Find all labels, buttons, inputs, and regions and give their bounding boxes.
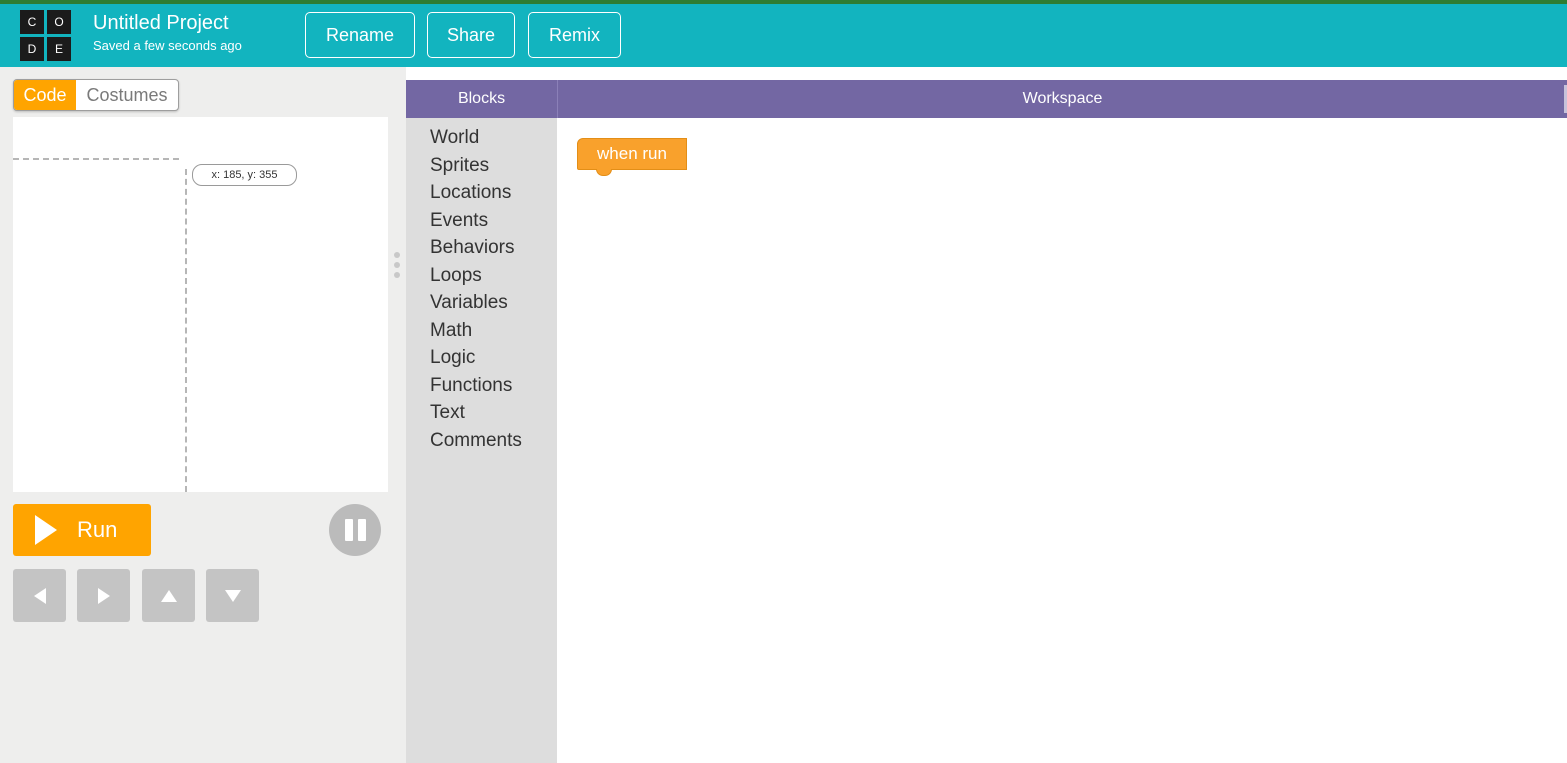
code-logo[interactable]: C O D E bbox=[20, 10, 72, 62]
logo-letter: O bbox=[47, 10, 71, 34]
arrow-right-icon bbox=[97, 587, 110, 604]
category-text[interactable]: Text bbox=[430, 399, 557, 427]
app-header: C O D E Untitled Project Saved a few sec… bbox=[0, 4, 1567, 67]
pause-icon-bar bbox=[344, 519, 353, 541]
right-arrow-button[interactable] bbox=[77, 569, 130, 622]
game-stage[interactable]: x: 185, y: 355 bbox=[13, 117, 388, 492]
code-costumes-toggle: Code Costumes bbox=[13, 79, 179, 111]
panel-resize-handle[interactable] bbox=[394, 252, 400, 278]
category-world[interactable]: World bbox=[430, 124, 557, 152]
run-label: Run bbox=[77, 517, 118, 542]
category-loops[interactable]: Loops bbox=[430, 262, 557, 290]
code-workspace[interactable]: when run bbox=[557, 118, 1567, 763]
when-run-block[interactable]: when run bbox=[577, 138, 687, 176]
logo-letter: D bbox=[20, 37, 44, 61]
visualization-panel: Code Costumes x: 185, y: 355 Run bbox=[0, 67, 406, 763]
block-notch bbox=[596, 169, 612, 176]
costumes-tab[interactable]: Costumes bbox=[76, 80, 178, 110]
when-run-label: when run bbox=[597, 144, 667, 163]
workspace-title: Workspace bbox=[1022, 90, 1103, 107]
block-toolbox: World Sprites Locations Events Behaviors… bbox=[406, 118, 557, 763]
category-logic[interactable]: Logic bbox=[430, 344, 557, 372]
arrow-left-icon bbox=[33, 587, 46, 604]
arrow-up-icon bbox=[160, 589, 177, 602]
pause-icon-bar bbox=[357, 519, 366, 541]
arrow-down-icon bbox=[224, 589, 241, 602]
category-locations[interactable]: Locations bbox=[430, 179, 557, 207]
workspace-header: Workspace bbox=[557, 80, 1567, 118]
share-button[interactable]: Share bbox=[427, 12, 515, 58]
play-icon bbox=[35, 515, 57, 545]
blocks-header: Blocks bbox=[406, 80, 557, 118]
up-arrow-button[interactable] bbox=[142, 569, 195, 622]
pause-button[interactable] bbox=[329, 504, 381, 556]
project-title: Untitled Project bbox=[93, 12, 229, 34]
down-arrow-button[interactable] bbox=[206, 569, 259, 622]
logo-letter: E bbox=[47, 37, 71, 61]
grip-dot bbox=[394, 262, 400, 268]
crosshair-horizontal bbox=[13, 158, 179, 160]
category-events[interactable]: Events bbox=[430, 207, 557, 235]
category-variables[interactable]: Variables bbox=[430, 289, 557, 317]
category-math[interactable]: Math bbox=[430, 317, 557, 345]
logo-letter: C bbox=[20, 10, 44, 34]
left-arrow-button[interactable] bbox=[13, 569, 66, 622]
crosshair-vertical bbox=[185, 169, 187, 492]
category-behaviors[interactable]: Behaviors bbox=[430, 234, 557, 262]
grip-dot bbox=[394, 252, 400, 258]
category-comments[interactable]: Comments bbox=[430, 427, 557, 455]
coordinate-tooltip: x: 185, y: 355 bbox=[192, 164, 297, 186]
run-button[interactable]: Run bbox=[13, 504, 151, 556]
save-status: Saved a few seconds ago bbox=[93, 38, 242, 53]
remix-button[interactable]: Remix bbox=[528, 12, 621, 58]
grip-dot bbox=[394, 272, 400, 278]
category-sprites[interactable]: Sprites bbox=[430, 152, 557, 180]
category-functions[interactable]: Functions bbox=[430, 372, 557, 400]
rename-button[interactable]: Rename bbox=[305, 12, 415, 58]
code-tab[interactable]: Code bbox=[14, 80, 76, 110]
category-list: World Sprites Locations Events Behaviors… bbox=[406, 118, 557, 454]
